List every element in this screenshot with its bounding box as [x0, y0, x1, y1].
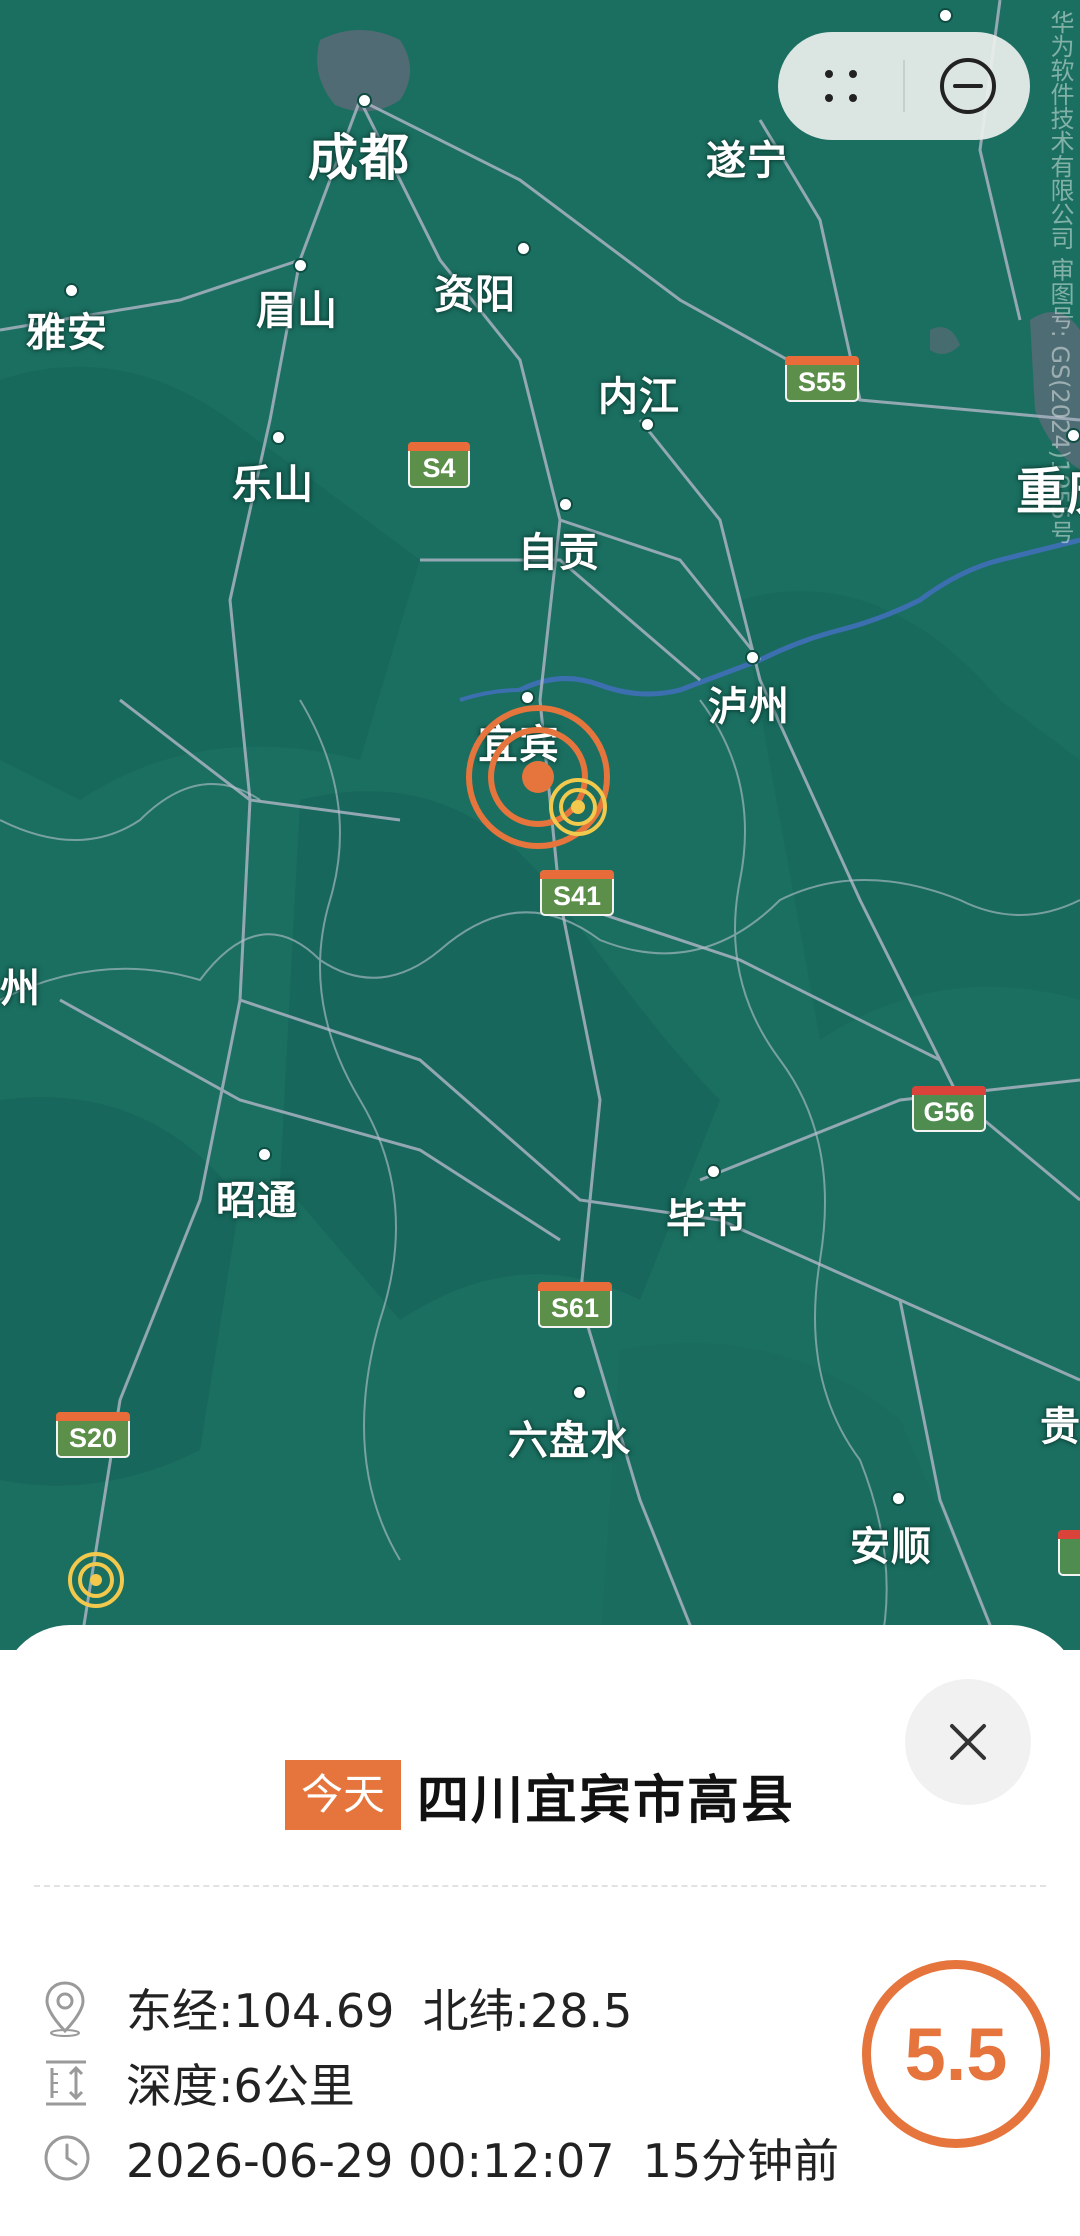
city-dot [293, 258, 308, 273]
time-ago-text: 15分钟前 [642, 2134, 840, 2188]
city-label-anshun[interactable]: 安顺 [850, 1514, 932, 1572]
city-label-luzhou[interactable]: 泸州 [708, 674, 790, 732]
magnitude-value: 5.5 [904, 2012, 1008, 2096]
location-pin-icon [42, 1978, 98, 2038]
city-label-neijiang[interactable]: 内江 [598, 364, 680, 422]
location-title: 四川宜宾市高县 [417, 1770, 796, 1831]
city-label-zhaotong[interactable]: 昭通 [216, 1168, 298, 1226]
city-label-leshan[interactable]: 乐山 [232, 452, 314, 510]
city-dot [745, 650, 760, 665]
city-dot [271, 430, 286, 445]
depth-text: 深度:6公里 [126, 2059, 355, 2113]
city-dot [64, 283, 79, 298]
depth-row: 深度:6公里 [42, 2053, 355, 2113]
magnitude-badge: 5.5 [862, 1960, 1050, 2148]
longitude-text: 东经:104.69 [126, 1984, 395, 2038]
city-dot [1066, 428, 1080, 443]
earthquake-minor-marker[interactable] [547, 776, 609, 838]
dashed-divider [34, 1885, 1046, 1887]
datetime-text: 2026-06-29 00:12:07 [126, 2134, 615, 2188]
city-label-zigong[interactable]: 自贡 [518, 520, 600, 578]
city-label-chengdu[interactable]: 成都 [308, 118, 410, 190]
city-dot [558, 497, 573, 512]
city-dot [938, 8, 953, 23]
city-label-zhou[interactable]: 州 [0, 956, 41, 1014]
grid-dots-icon [824, 70, 857, 102]
city-dot [357, 93, 372, 108]
highway-shield-s55: S55 [785, 356, 859, 402]
latitude-text: 北纬:28.5 [422, 1984, 633, 2038]
city-label-liupanshui[interactable]: 六盘水 [508, 1408, 631, 1466]
earthquake-detail-sheet: 今天 四川宜宾市高县 东经:104.69 北纬:28.5 深度:6公里 2026… [0, 1625, 1080, 2236]
highway-shield-g56: G56 [912, 1086, 986, 1132]
highway-shield-s4: S4 [408, 442, 470, 488]
highway-shield-s20: S20 [56, 1412, 130, 1458]
minus-circle-icon [939, 58, 996, 114]
city-label-ziyang[interactable]: 资阳 [434, 262, 516, 320]
title-row: 今天 四川宜宾市高县 [0, 1755, 1080, 1835]
map-controls [778, 32, 1030, 140]
highway-shield-s41: S41 [540, 870, 614, 916]
city-dot [572, 1385, 587, 1400]
city-label-gui[interactable]: 贵 [1040, 1394, 1080, 1452]
city-label-yaan[interactable]: 雅安 [26, 300, 108, 358]
city-label-meishan[interactable]: 眉山 [256, 278, 338, 336]
zoom-out-button[interactable] [905, 32, 1030, 140]
city-dot [706, 1164, 721, 1179]
time-row: 2026-06-29 00:12:07 15分钟前 [42, 2128, 839, 2188]
coordinates-row: 东经:104.69 北纬:28.5 [42, 1978, 632, 2038]
layers-button[interactable] [778, 32, 903, 140]
depth-ruler-icon [42, 2053, 98, 2113]
highway-shield-s61: S61 [538, 1282, 612, 1328]
today-badge: 今天 [284, 1760, 401, 1830]
earthquake-app: 华为软件技术有限公司 审图号: GS(2024)1955号 成都 遂宁 雅安 眉… [0, 0, 1080, 2236]
earthquake-minor-marker[interactable] [66, 1550, 126, 1610]
city-dot [516, 241, 531, 256]
highway-shield-partial [1058, 1530, 1080, 1576]
city-label-bijie[interactable]: 毕节 [666, 1186, 748, 1244]
map-view[interactable]: 华为软件技术有限公司 审图号: GS(2024)1955号 成都 遂宁 雅安 眉… [0, 0, 1080, 1650]
city-dot [891, 1491, 906, 1506]
clock-icon [42, 2128, 98, 2188]
city-label-suining[interactable]: 遂宁 [706, 128, 788, 186]
city-label-chongqing[interactable]: 重庆 [1016, 452, 1080, 524]
city-dot [257, 1147, 272, 1162]
